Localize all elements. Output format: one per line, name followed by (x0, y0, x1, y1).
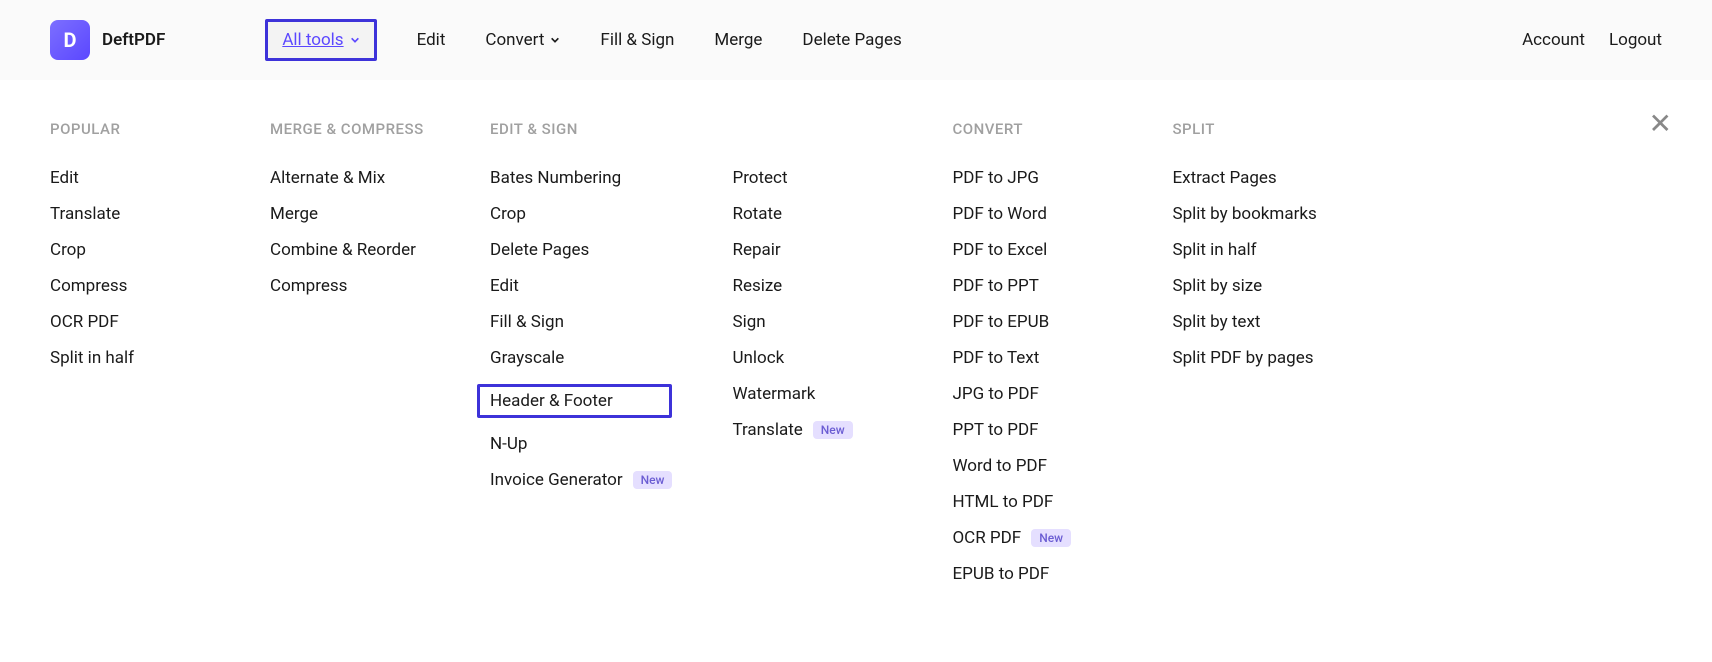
link-ocr-pdf-label: OCR PDF (952, 528, 1021, 548)
link-fill-sign[interactable]: Fill & Sign (490, 312, 672, 332)
col-header-merge-compress: MERGE & COMPRESS (270, 120, 430, 138)
nav-convert[interactable]: Convert (485, 30, 560, 50)
nav-edit[interactable]: Edit (417, 30, 446, 50)
link-unlock[interactable]: Unlock (732, 348, 892, 368)
col-edit-sign-a: EDIT & SIGN Bates Numbering Crop Delete … (490, 120, 672, 584)
link-split-by-size[interactable]: Split by size (1172, 276, 1332, 296)
nav-logout[interactable]: Logout (1609, 30, 1662, 50)
link-repair[interactable]: Repair (732, 240, 892, 260)
link-crop[interactable]: Crop (50, 240, 210, 260)
nav-delete-pages[interactable]: Delete Pages (802, 30, 901, 50)
link-word-to-pdf[interactable]: Word to PDF (952, 456, 1112, 476)
link-pdf-to-ppt[interactable]: PDF to PPT (952, 276, 1112, 296)
link-delete-pages[interactable]: Delete Pages (490, 240, 672, 260)
link-merge[interactable]: Merge (270, 204, 430, 224)
new-badge: New (1031, 529, 1071, 547)
col-header-popular: POPULAR (50, 120, 210, 138)
link-pdf-to-text[interactable]: PDF to Text (952, 348, 1112, 368)
col-merge-compress: MERGE & COMPRESS Alternate & Mix Merge C… (270, 120, 430, 584)
link-n-up[interactable]: N-Up (490, 434, 672, 454)
logo-icon: D (50, 20, 90, 60)
nav-all-tools[interactable]: All tools (265, 19, 376, 61)
close-icon[interactable]: ✕ (1649, 110, 1672, 138)
chevron-down-icon (550, 35, 560, 45)
col-header-convert: CONVERT (952, 120, 1112, 138)
right-nav: Account Logout (1522, 30, 1662, 50)
link-epub-to-pdf[interactable]: EPUB to PDF (952, 564, 1112, 584)
link-split-in-half[interactable]: Split in half (1172, 240, 1332, 260)
mega-menu: ✕ POPULAR Edit Translate Crop Compress O… (0, 80, 1712, 614)
link-translate[interactable]: Translate (50, 204, 210, 224)
link-pdf-to-jpg[interactable]: PDF to JPG (952, 168, 1112, 188)
link-edit[interactable]: Edit (490, 276, 672, 296)
link-ocr-pdf[interactable]: OCR PDF (50, 312, 210, 332)
link-resize[interactable]: Resize (732, 276, 892, 296)
link-crop[interactable]: Crop (490, 204, 672, 224)
link-combine-reorder[interactable]: Combine & Reorder (270, 240, 430, 260)
link-pdf-to-epub[interactable]: PDF to EPUB (952, 312, 1112, 332)
link-split-pdf-by-pages[interactable]: Split PDF by pages (1172, 348, 1332, 368)
link-sign[interactable]: Sign (732, 312, 892, 332)
col-header-split: SPLIT (1172, 120, 1332, 138)
link-translate-label: Translate (732, 420, 802, 440)
link-ocr-pdf[interactable]: OCR PDF New (952, 528, 1112, 548)
col-header-edit-sign: EDIT & SIGN (490, 120, 672, 138)
link-pdf-to-word[interactable]: PDF to Word (952, 204, 1112, 224)
new-badge: New (633, 471, 673, 489)
link-split-by-text[interactable]: Split by text (1172, 312, 1332, 332)
link-jpg-to-pdf[interactable]: JPG to PDF (952, 384, 1112, 404)
col-popular: POPULAR Edit Translate Crop Compress OCR… (50, 120, 210, 584)
link-pdf-to-excel[interactable]: PDF to Excel (952, 240, 1112, 260)
link-grayscale[interactable]: Grayscale (490, 348, 672, 368)
col-edit-sign-b: . Protect Rotate Repair Resize Sign Unlo… (732, 120, 892, 584)
nav-convert-label: Convert (485, 30, 544, 50)
link-invoice-generator[interactable]: Invoice Generator New (490, 470, 672, 490)
col-split: SPLIT Extract Pages Split by bookmarks S… (1172, 120, 1332, 584)
nav-fill-sign[interactable]: Fill & Sign (600, 30, 674, 50)
link-protect[interactable]: Protect (732, 168, 892, 188)
chevron-down-icon (350, 35, 360, 45)
link-ppt-to-pdf[interactable]: PPT to PDF (952, 420, 1112, 440)
link-alternate-mix[interactable]: Alternate & Mix (270, 168, 430, 188)
link-watermark[interactable]: Watermark (732, 384, 892, 404)
link-compress[interactable]: Compress (270, 276, 430, 296)
header: D DeftPDF All tools Edit Convert Fill & … (0, 0, 1712, 80)
link-compress[interactable]: Compress (50, 276, 210, 296)
link-extract-pages[interactable]: Extract Pages (1172, 168, 1332, 188)
link-invoice-generator-label: Invoice Generator (490, 470, 623, 490)
logo-text: DeftPDF (102, 30, 165, 50)
nav-account[interactable]: Account (1522, 30, 1585, 50)
link-split-by-bookmarks[interactable]: Split by bookmarks (1172, 204, 1332, 224)
new-badge: New (813, 421, 853, 439)
link-bates-numbering[interactable]: Bates Numbering (490, 168, 672, 188)
main-nav: All tools Edit Convert Fill & Sign Merge… (265, 19, 1522, 61)
link-translate[interactable]: Translate New (732, 420, 892, 440)
link-header-footer[interactable]: Header & Footer (477, 384, 672, 418)
link-html-to-pdf[interactable]: HTML to PDF (952, 492, 1112, 512)
logo[interactable]: D DeftPDF (50, 20, 165, 60)
link-split-in-half[interactable]: Split in half (50, 348, 210, 368)
nav-all-tools-label: All tools (282, 30, 343, 50)
link-rotate[interactable]: Rotate (732, 204, 892, 224)
col-convert: CONVERT PDF to JPG PDF to Word PDF to Ex… (952, 120, 1112, 584)
nav-merge[interactable]: Merge (714, 30, 762, 50)
link-edit[interactable]: Edit (50, 168, 210, 188)
